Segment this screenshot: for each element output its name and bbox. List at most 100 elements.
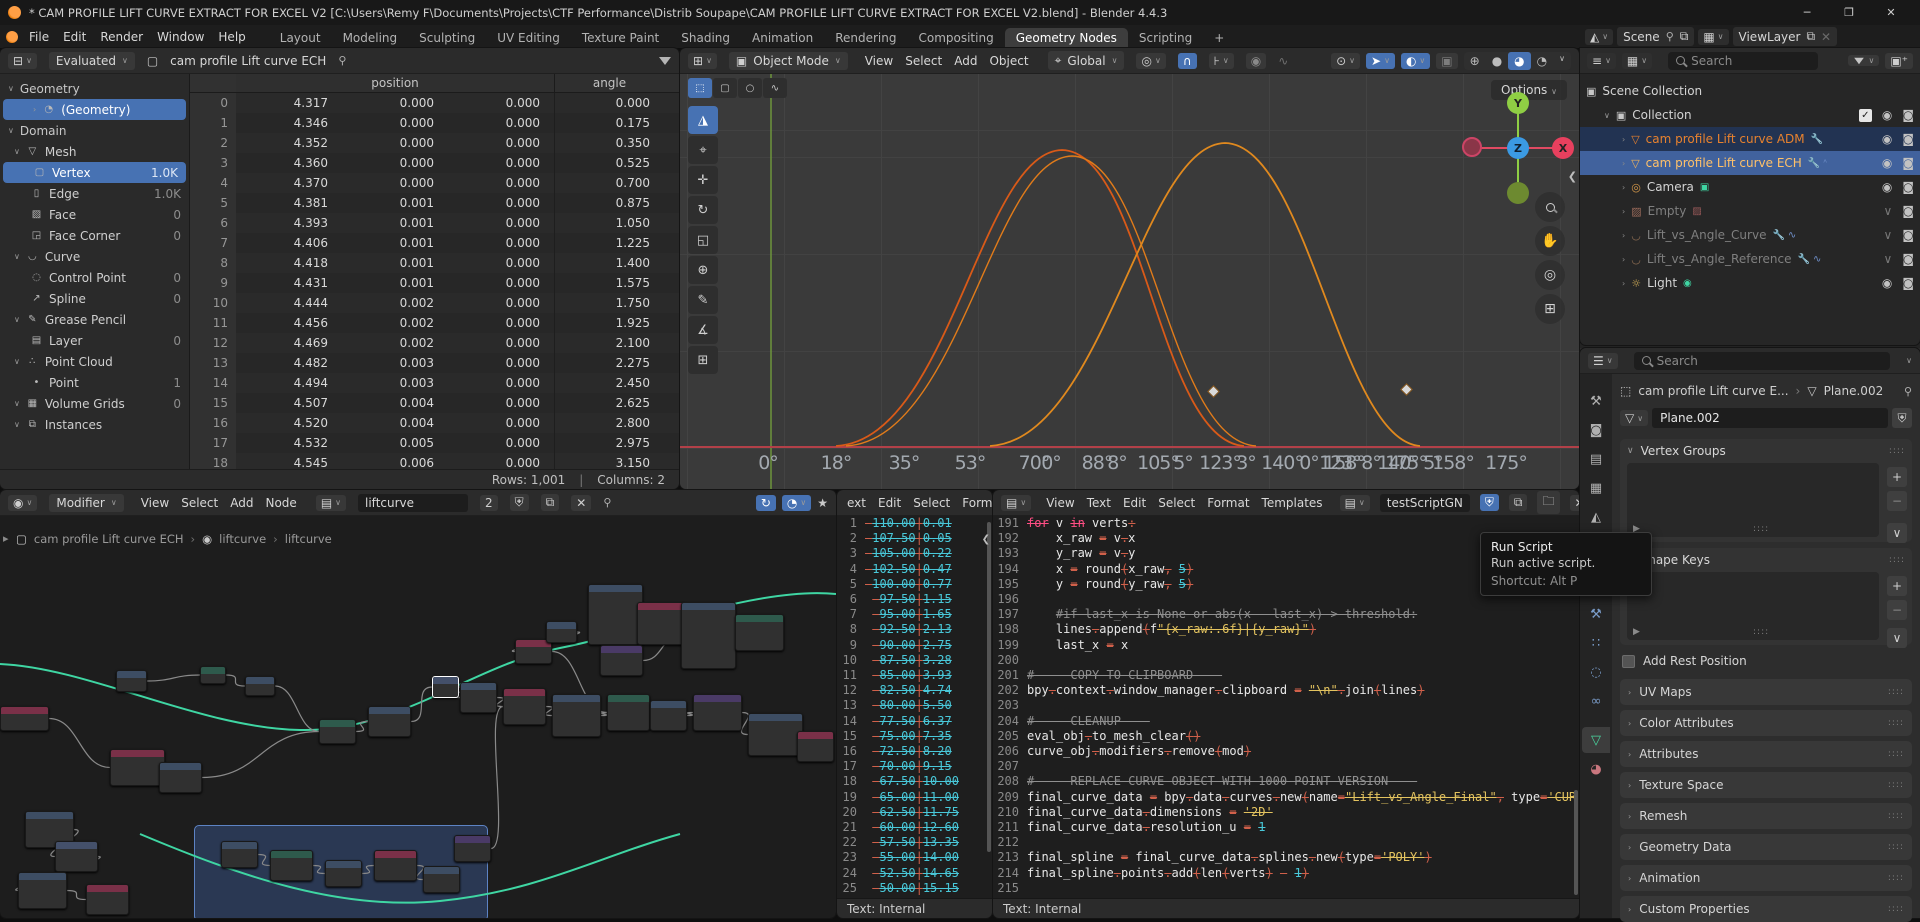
sidebar-item-face-corner[interactable]: ◲Face Corner0 xyxy=(0,225,189,246)
properties-tab-modifiers[interactable]: ⚒ xyxy=(1582,601,1610,627)
gizmo-z-axis[interactable]: Z xyxy=(1507,137,1529,159)
table-row[interactable]: 24.3520.0000.0000.350 xyxy=(190,133,679,153)
disable-render-camera-icon[interactable]: ◙ xyxy=(1902,228,1914,242)
show-gizmo-dropdown[interactable]: ⊙∨ xyxy=(1331,53,1360,69)
shading-solid-button[interactable]: ● xyxy=(1486,52,1508,70)
menu-node[interactable]: Node xyxy=(260,494,301,512)
filter-funnel-icon[interactable] xyxy=(659,57,671,65)
sidebar-item-instances[interactable]: ∨⧉Instances xyxy=(0,414,189,435)
outliner-item-cam-profile-lift-curve-ech[interactable]: ›▽cam profile Lift curve ECH🔧ᶺ◉◙ xyxy=(1580,151,1920,175)
outliner-item-lift-vs-angle-curve[interactable]: ›◡Lift_vs_Angle_Curve🔧∿∨◙ xyxy=(1580,223,1920,247)
shading-wireframe-button[interactable]: ⊕ xyxy=(1464,52,1486,70)
disable-render-camera-icon[interactable]: ◙ xyxy=(1902,132,1914,146)
hide-eye-icon[interactable]: ◉ xyxy=(1882,132,1892,146)
properties-tab-material[interactable]: ◕ xyxy=(1582,756,1610,782)
workspace-tab-geometry-nodes[interactable]: Geometry Nodes xyxy=(1005,28,1128,48)
node-box[interactable] xyxy=(637,602,686,645)
table-row[interactable]: 124.4690.0020.0002.100 xyxy=(190,333,679,353)
unlink-icon[interactable]: ✕ xyxy=(571,495,591,511)
node-box[interactable] xyxy=(270,850,313,881)
menu-ext[interactable]: ext xyxy=(842,494,871,512)
numbers-code-area[interactable]: 1-110.00|0.012-107.50|0.053-105.00|0.224… xyxy=(837,516,992,898)
snap-toggle[interactable]: ∩ xyxy=(1178,53,1197,69)
node-box[interactable] xyxy=(432,676,459,698)
shape-key-specials-dropdown[interactable]: ∨ xyxy=(1887,628,1907,648)
properties-tab-view-layer[interactable]: ▦ xyxy=(1582,475,1610,501)
new-collection-button[interactable]: ▣⁺ xyxy=(1885,53,1913,69)
section-texture-space[interactable]: ›Texture Space:::: xyxy=(1620,772,1912,798)
menu-view[interactable]: View xyxy=(136,494,174,512)
sidebar-item--geometry-[interactable]: ›◔(Geometry) xyxy=(3,99,186,120)
script-name-field[interactable]: testScriptGN xyxy=(1380,494,1470,512)
menu-render[interactable]: Render xyxy=(95,28,148,46)
annotate-tool[interactable]: ✎ xyxy=(688,286,718,314)
menu-add[interactable]: Add xyxy=(949,52,982,70)
properties-tab-output[interactable]: ▤ xyxy=(1582,446,1610,472)
zoom-icon[interactable] xyxy=(1535,192,1565,222)
table-row[interactable]: 114.4560.0020.0001.925 xyxy=(190,313,679,333)
menu-edit[interactable]: Edit xyxy=(873,494,906,512)
node-editor-type-button[interactable]: ◉∨ xyxy=(8,495,37,511)
select-box-tool[interactable]: ◮ xyxy=(688,106,718,134)
node-box[interactable] xyxy=(86,884,129,915)
filter-funnel-dropdown[interactable]: ∨ xyxy=(1848,55,1879,66)
disable-render-camera-icon[interactable]: ◙ xyxy=(1902,156,1914,170)
menu-select[interactable]: Select xyxy=(900,52,947,70)
node-tree-name-field[interactable]: liftcurve xyxy=(358,494,468,512)
table-row[interactable]: 144.4940.0030.0002.450 xyxy=(190,373,679,393)
select-box-mode[interactable]: ▢ xyxy=(713,78,737,98)
node-box[interactable] xyxy=(588,584,643,645)
node-box[interactable] xyxy=(245,676,275,696)
hide-eye-icon[interactable]: ◉ xyxy=(1882,156,1892,170)
menu-window[interactable]: Window xyxy=(152,28,209,46)
section-remesh[interactable]: ›Remesh:::: xyxy=(1620,803,1912,829)
vertex-groups-list[interactable]: ▶:::: xyxy=(1627,463,1879,537)
workspace-tab-shading[interactable]: Shading xyxy=(670,28,741,48)
select-lasso-mode[interactable]: ∿ xyxy=(763,78,787,98)
text-datablock-icon[interactable]: ▤∨ xyxy=(1340,495,1370,511)
breadcrumb-data[interactable]: Plane.002 xyxy=(1824,384,1884,398)
spreadsheet-editor-type-button[interactable]: ⊟∨ xyxy=(8,53,37,69)
viewport-canvas[interactable]: 0°18°35°53°70°0°88°8°105°5°123°3°140°0°1… xyxy=(680,74,1579,489)
viewlayer-name-field[interactable]: ViewLayer⧉✕ xyxy=(1733,27,1838,46)
scrollbar[interactable] xyxy=(1574,790,1578,895)
sidebar-item-grease-pencil[interactable]: ∨✎Grease Pencil xyxy=(0,309,189,330)
select-tweak-mode[interactable]: ⬚ xyxy=(688,78,712,98)
workspace-tab-scripting[interactable]: Scripting xyxy=(1128,28,1203,48)
outliner-item-cam-profile-lift-curve-adm[interactable]: ›▽cam profile Lift curve ADM🔧◉◙ xyxy=(1580,127,1920,151)
menu-format[interactable]: Format xyxy=(1202,494,1254,512)
pivot-point-dropdown[interactable]: ◎∨ xyxy=(1136,53,1165,69)
table-row[interactable]: 34.3600.0000.0000.525 xyxy=(190,153,679,173)
filter-type-dropdown[interactable]: ▦∨ xyxy=(1622,53,1652,69)
node-box[interactable] xyxy=(600,645,643,676)
sidebar-item-control-point[interactable]: ◌Control Point0 xyxy=(0,267,189,288)
collection-checkbox[interactable]: ✓ xyxy=(1859,109,1872,122)
add-vertex-group-button[interactable]: + xyxy=(1887,467,1907,487)
node-box[interactable] xyxy=(515,639,552,664)
disable-render-camera-icon[interactable]: ◙ xyxy=(1902,180,1914,194)
proportional-edit-toggle[interactable]: ◉ xyxy=(1246,53,1266,69)
menu-view[interactable]: View xyxy=(860,52,898,70)
outliner-search-input[interactable]: Search xyxy=(1668,52,1818,70)
sidebar-section-domain[interactable]: ∨Domain xyxy=(0,120,189,141)
close-x-icon[interactable]: ✕ xyxy=(1570,495,1580,511)
table-row[interactable]: 64.3930.0010.0001.050 xyxy=(190,213,679,233)
table-row[interactable]: 94.4310.0010.0001.575 xyxy=(190,273,679,293)
add-cube-tool[interactable]: ⊞ xyxy=(688,346,718,374)
move-view-icon[interactable]: ✋ xyxy=(1535,226,1565,256)
shading-material-button[interactable]: ◕ xyxy=(1508,52,1530,70)
table-row[interactable]: 154.5070.0040.0002.625 xyxy=(190,393,679,413)
add-rest-position-checkbox[interactable] xyxy=(1622,655,1635,668)
menu-object[interactable]: Object xyxy=(984,52,1033,70)
table-row[interactable]: 04.3170.0000.0000.000 xyxy=(190,93,679,113)
outliner-item-scene-collection[interactable]: ▣Scene Collection xyxy=(1580,79,1920,103)
menu-select[interactable]: Select xyxy=(176,494,223,512)
pin-icon[interactable]: ⚲ xyxy=(1666,30,1674,43)
disable-render-camera-icon[interactable]: ◙ xyxy=(1902,204,1914,218)
node-box[interactable] xyxy=(374,850,417,881)
disable-render-camera-icon[interactable]: ◙ xyxy=(1902,108,1914,122)
table-row[interactable]: 134.4820.0030.0002.275 xyxy=(190,353,679,373)
menu-select[interactable]: Select xyxy=(1153,494,1200,512)
menu-edit[interactable]: Edit xyxy=(1118,494,1151,512)
scale-tool[interactable]: ◱ xyxy=(688,226,718,254)
